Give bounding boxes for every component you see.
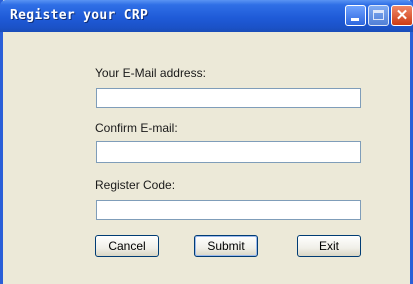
submit-button[interactable]: Submit — [194, 235, 258, 257]
window-title: Register your CRP — [10, 8, 149, 23]
register-window: Register your CRP ✕ Your E-Mail address:… — [0, 0, 413, 284]
minimize-button[interactable] — [345, 5, 366, 26]
email-label: Your E-Mail address: — [95, 66, 206, 80]
maximize-icon — [373, 10, 384, 20]
confirm-email-label: Confirm E-mail: — [95, 121, 178, 135]
close-icon: ✕ — [395, 7, 409, 24]
register-code-field[interactable] — [96, 200, 361, 220]
cancel-button[interactable]: Cancel — [95, 235, 159, 257]
register-code-label: Register Code: — [95, 178, 176, 192]
close-button[interactable]: ✕ — [391, 5, 413, 26]
maximize-button — [368, 5, 389, 26]
confirm-email-field[interactable] — [96, 141, 361, 163]
exit-button[interactable]: Exit — [297, 235, 361, 257]
email-field[interactable] — [96, 88, 361, 108]
minimize-icon — [351, 18, 359, 21]
title-bar[interactable]: Register your CRP ✕ — [0, 0, 413, 32]
